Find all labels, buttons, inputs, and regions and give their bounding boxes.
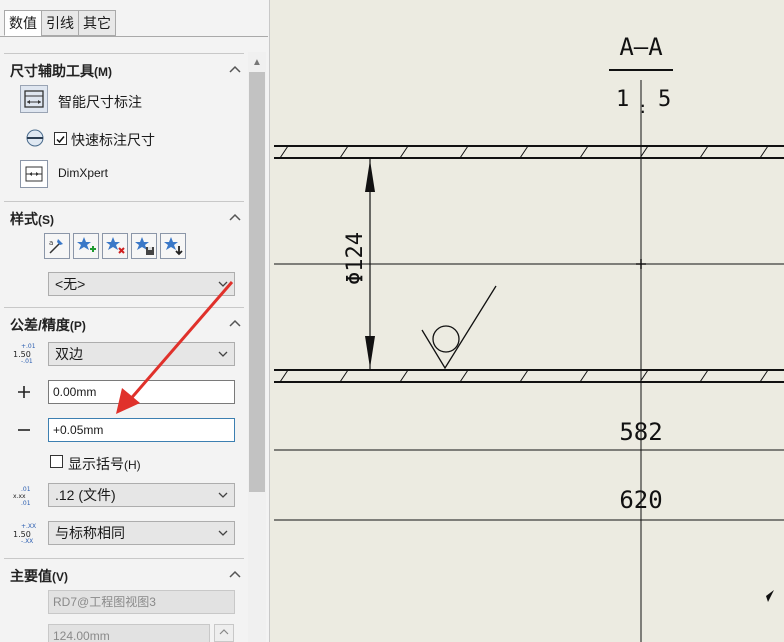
dimxpert-icon[interactable] — [20, 160, 48, 188]
tab-bar: 数值 引线 其它 — [4, 10, 116, 36]
primary-precision-select[interactable]: .12 (文件) — [48, 483, 235, 507]
tab-values[interactable]: 数值 — [4, 10, 42, 36]
tolerance-type-value: 双边 — [55, 346, 83, 362]
chevron-down-icon — [218, 281, 228, 287]
collapse-chevron-icon[interactable] — [228, 316, 242, 330]
smart-dimension-icon[interactable] — [20, 85, 48, 113]
dimension-582-text[interactable]: 582 — [619, 418, 662, 446]
chevron-down-icon — [218, 492, 228, 498]
drawing-canvas[interactable]: A—A 1 : 5 Φ124 582 620 — [270, 0, 784, 642]
spinner-up-icon[interactable] — [215, 627, 233, 637]
delete-style-icon[interactable] — [102, 233, 128, 259]
svg-text:x.xx: x.xx — [13, 493, 26, 500]
scale-colon: : — [638, 98, 648, 117]
scroll-up-arrow-icon[interactable]: ▲ — [252, 58, 262, 68]
svg-text:.01: .01 — [21, 486, 31, 493]
tolerance-precision-icon: +.XX 1.50 -.XX — [13, 523, 36, 544]
quick-dimension-label[interactable]: 快速标注尺寸 — [71, 130, 155, 150]
dimxpert-label[interactable]: DimXpert — [58, 166, 108, 180]
tolerance-precision-select[interactable]: 与标称相同 — [48, 521, 235, 545]
tab-others[interactable]: 其它 — [78, 10, 116, 36]
lower-tolerance-input[interactable]: +0.05mm — [48, 418, 235, 442]
dimension-620-text[interactable]: 620 — [619, 486, 662, 514]
tolerance-precision-value: 与标称相同 — [55, 525, 125, 541]
svg-text:.01: .01 — [21, 500, 31, 507]
section-title-style[interactable]: 样式(S) — [10, 209, 54, 229]
collapse-chevron-icon[interactable] — [228, 567, 242, 581]
value-spinner[interactable] — [214, 624, 234, 642]
section-title-primary-value[interactable]: 主要值(V) — [10, 566, 68, 586]
collapse-chevron-icon[interactable] — [228, 62, 242, 76]
load-style-icon[interactable] — [160, 233, 186, 259]
style-select-value: <无> — [55, 276, 86, 292]
svg-text:a: a — [49, 239, 53, 247]
chevron-down-icon — [218, 530, 228, 536]
collapse-chevron-icon[interactable] — [228, 210, 242, 224]
svg-text:-.01: -.01 — [21, 358, 33, 364]
style-toolbar: a — [44, 233, 189, 261]
style-select[interactable]: <无> — [48, 272, 235, 296]
section-divider — [4, 558, 244, 559]
section-title-dim-tools[interactable]: 尺寸辅助工具(M) — [10, 61, 112, 81]
chevron-down-icon — [218, 351, 228, 357]
minus-icon — [18, 429, 30, 431]
section-divider — [4, 307, 244, 308]
section-divider — [4, 201, 244, 202]
section-title-tolerance[interactable]: 公差/精度(P) — [10, 315, 86, 335]
svg-text:-.XX: -.XX — [21, 538, 33, 544]
svg-text:+.01: +.01 — [21, 343, 36, 350]
plus-icon — [18, 386, 30, 398]
tab-underline — [0, 36, 268, 37]
svg-text:+.XX: +.XX — [21, 523, 36, 530]
scroll-thumb[interactable] — [249, 72, 265, 492]
apply-default-style-icon[interactable]: a — [44, 233, 70, 259]
show-parentheses-label[interactable]: 显示括号(H) — [68, 454, 141, 474]
dimension-name-field: RD7@工程图视图3 — [48, 590, 235, 614]
diameter-dimension-text[interactable]: Φ124 — [343, 232, 368, 285]
section-view-label[interactable]: A—A — [619, 33, 663, 61]
dimension-value-field: 124.00mm — [48, 624, 210, 642]
section-divider — [4, 53, 244, 54]
smart-dimension-label[interactable]: 智能尺寸标注 — [58, 92, 142, 112]
panel-scrollbar[interactable]: ▲ — [248, 52, 266, 642]
primary-precision-icon: .01 x.xx .01 — [13, 486, 31, 507]
add-style-icon[interactable] — [73, 233, 99, 259]
scale-denominator: 5 — [658, 87, 671, 112]
quick-dimension-icon — [26, 129, 44, 147]
tab-leaders[interactable]: 引线 — [41, 10, 79, 36]
upper-tolerance-input[interactable]: 0.00mm — [48, 380, 235, 404]
tolerance-type-icon: +.01 1.50 -.01 — [13, 343, 36, 364]
tolerance-type-select[interactable]: 双边 — [48, 342, 235, 366]
show-parentheses-checkbox[interactable] — [50, 455, 63, 468]
quick-dimension-checkbox[interactable] — [54, 132, 67, 145]
primary-precision-value: .12 (文件) — [55, 487, 116, 503]
scale-numerator: 1 — [616, 87, 629, 112]
property-manager-panel: 数值 引线 其它 ▲ 尺寸辅助工具(M) 智能尺寸标注 快速标注尺寸 DimXp… — [0, 0, 270, 642]
save-style-icon[interactable] — [131, 233, 157, 259]
